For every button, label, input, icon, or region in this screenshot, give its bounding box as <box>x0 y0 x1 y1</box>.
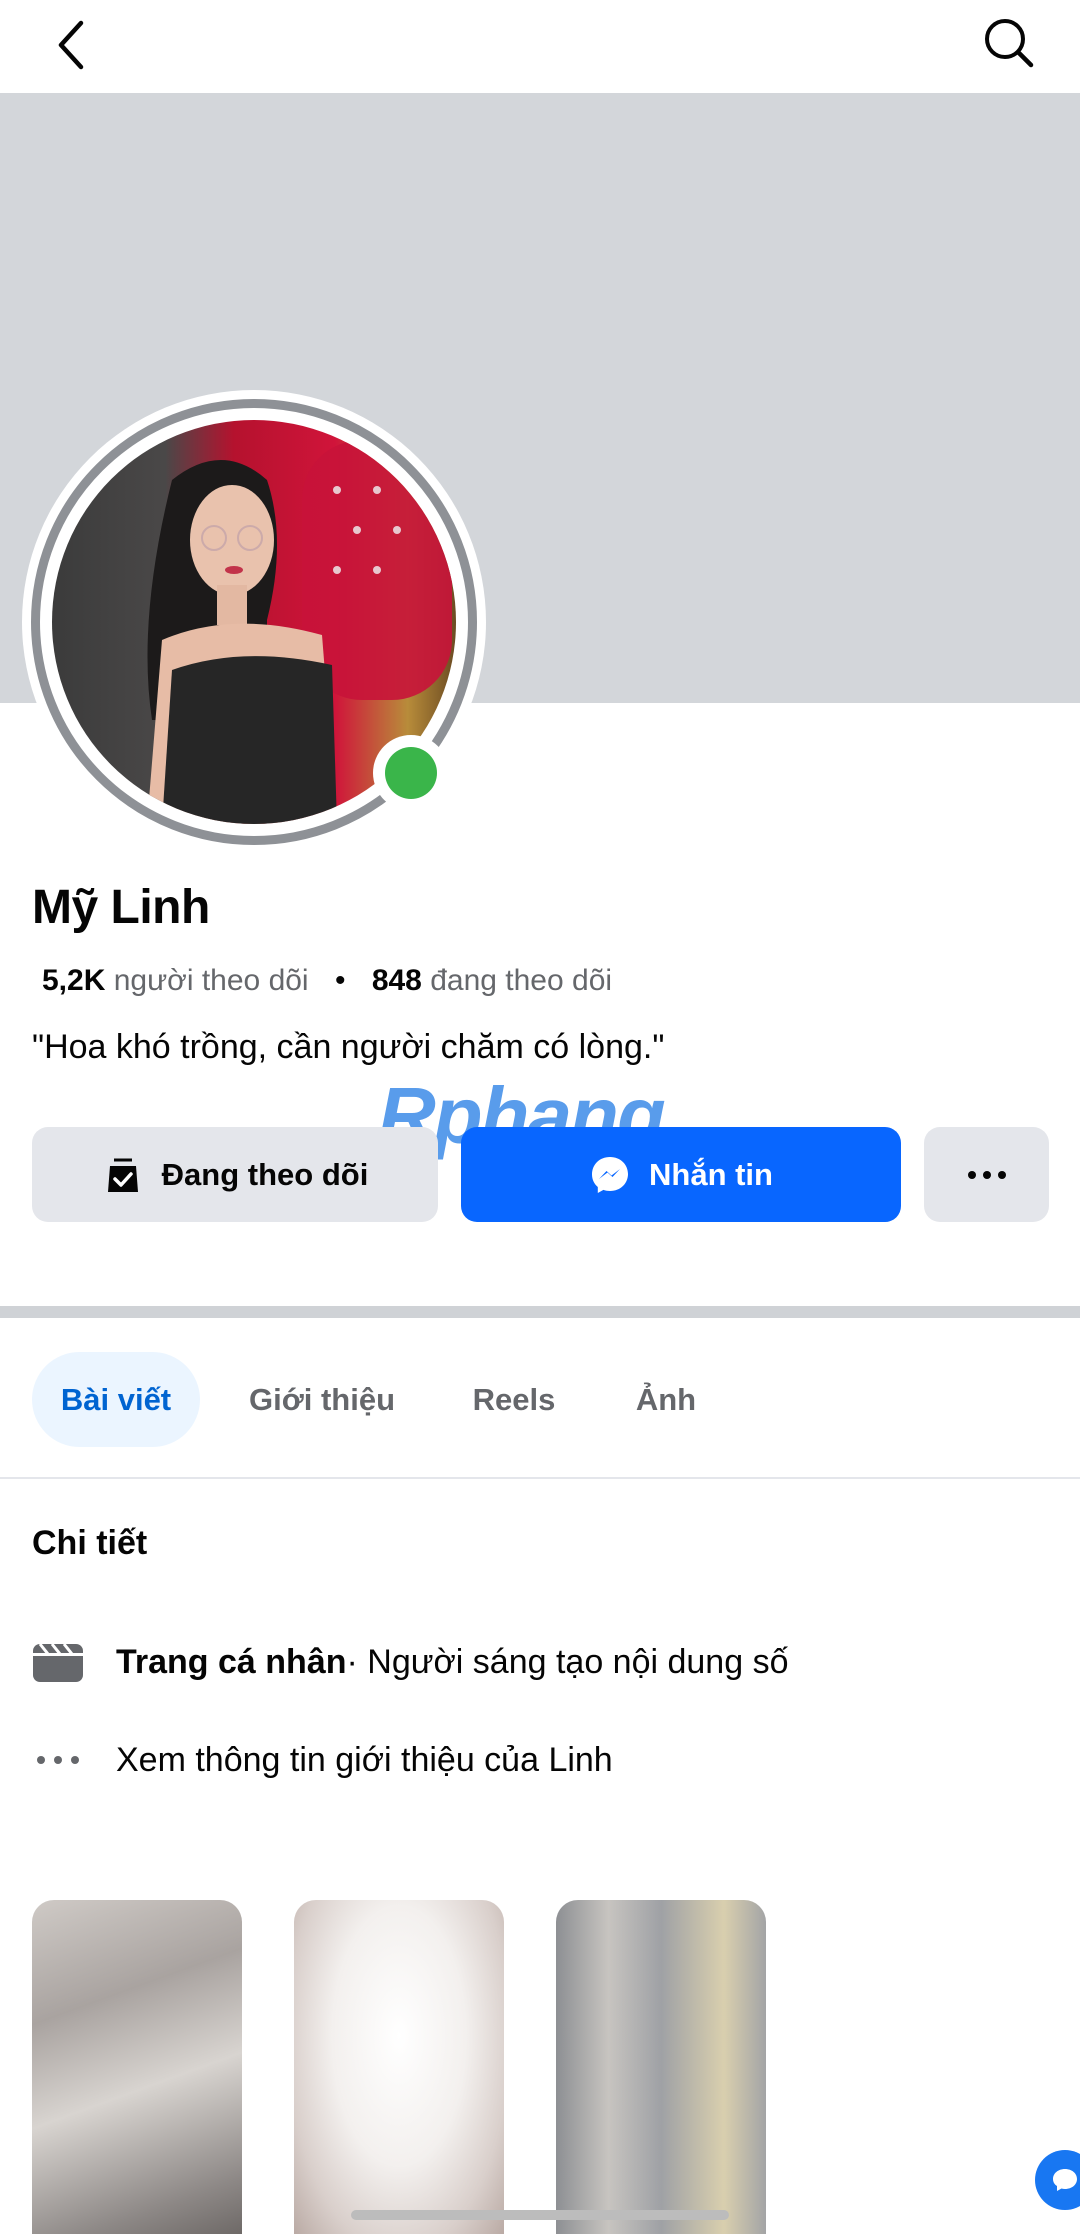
followers-count[interactable]: 5,2K <box>42 964 105 997</box>
following-button[interactable]: Đang theo dõi <box>32 1127 438 1222</box>
chat-bubble-icon <box>1053 2169 1077 2191</box>
reel-thumbnail-3[interactable] <box>556 1900 766 2234</box>
message-button-label: Nhắn tin <box>649 1156 773 1192</box>
clapperboard-icon <box>32 1636 84 1688</box>
message-button[interactable]: Nhắn tin <box>461 1127 901 1222</box>
detail-page-type: Trang cá nhân · Người sáng tạo nội dung … <box>32 1632 788 1692</box>
search-icon <box>985 19 1034 68</box>
more-options-button[interactable] <box>924 1127 1049 1222</box>
profile-name: Mỹ Linh <box>32 881 210 934</box>
stats-separator: • <box>334 964 346 997</box>
chat-heads-button[interactable] <box>1035 2150 1080 2210</box>
reel-thumbnail-1[interactable] <box>32 1900 242 2234</box>
follow-stats: 5,2K người theo dõi • 848 đang theo dõi <box>42 964 612 998</box>
detail-see-about[interactable]: Xem thông tin giới thiệu của Linh <box>32 1730 613 1790</box>
tab-about[interactable]: Giới thiệu <box>236 1352 408 1447</box>
profile-tabs: Bài viết Giới thiệu Reels Ảnh <box>0 1352 1080 1447</box>
following-count[interactable]: 848 <box>372 964 422 997</box>
search-button[interactable] <box>974 8 1044 78</box>
tab-posts[interactable]: Bài viết <box>32 1352 200 1447</box>
detail-page-type-label: Trang cá nhân <box>116 1642 347 1681</box>
more-horizontal-icon <box>967 1170 1006 1179</box>
back-button[interactable] <box>36 10 106 80</box>
detail-page-type-value: · Người sáng tạo nội dung số <box>346 1642 789 1681</box>
tab-photos[interactable]: Ảnh <box>616 1352 716 1447</box>
tab-reels[interactable]: Reels <box>456 1352 572 1447</box>
tabs-divider <box>0 1477 1080 1479</box>
section-divider <box>0 1306 1080 1318</box>
reel-thumbnail-2[interactable] <box>294 1900 504 2234</box>
profile-bio: "Hoa khó trồng, cần người chăm có lòng." <box>32 1028 665 1066</box>
following-label[interactable]: đang theo dõi <box>430 964 612 997</box>
top-bar <box>0 0 1080 93</box>
home-indicator[interactable] <box>351 2210 729 2220</box>
chevron-left-icon <box>58 20 84 70</box>
more-dots-icon <box>32 1734 84 1786</box>
details-title: Chi tiết <box>32 1524 148 1562</box>
followers-label[interactable]: người theo dõi <box>114 964 309 997</box>
online-status-indicator <box>373 735 449 811</box>
detail-see-about-label: Xem thông tin giới thiệu của Linh <box>116 1740 613 1779</box>
messenger-icon <box>592 1156 628 1193</box>
following-button-label: Đang theo dõi <box>161 1156 369 1192</box>
following-check-icon <box>107 1158 138 1192</box>
